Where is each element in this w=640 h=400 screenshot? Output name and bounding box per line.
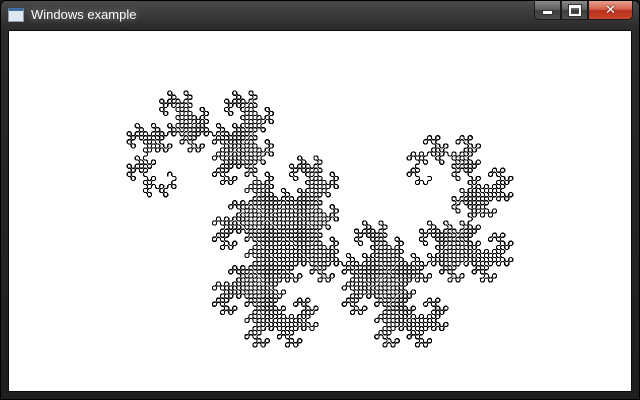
close-button[interactable]: ✕ — [588, 1, 633, 20]
maximize-icon — [568, 4, 581, 16]
close-icon: ✕ — [605, 2, 616, 18]
minimize-button[interactable] — [534, 1, 561, 20]
title-bar[interactable]: Windows example ✕ — [1, 1, 639, 30]
app-window: Windows example ✕ — [0, 0, 640, 400]
window-title: Windows example — [31, 7, 137, 22]
maximize-button[interactable] — [561, 1, 588, 20]
app-window-icon[interactable] — [8, 8, 24, 22]
minimize-icon — [542, 10, 553, 15]
dragon-curve-path — [126, 90, 514, 348]
window-controls: ✕ — [534, 1, 633, 21]
client-area — [8, 30, 632, 392]
dragon-curve-drawing — [126, 90, 514, 348]
